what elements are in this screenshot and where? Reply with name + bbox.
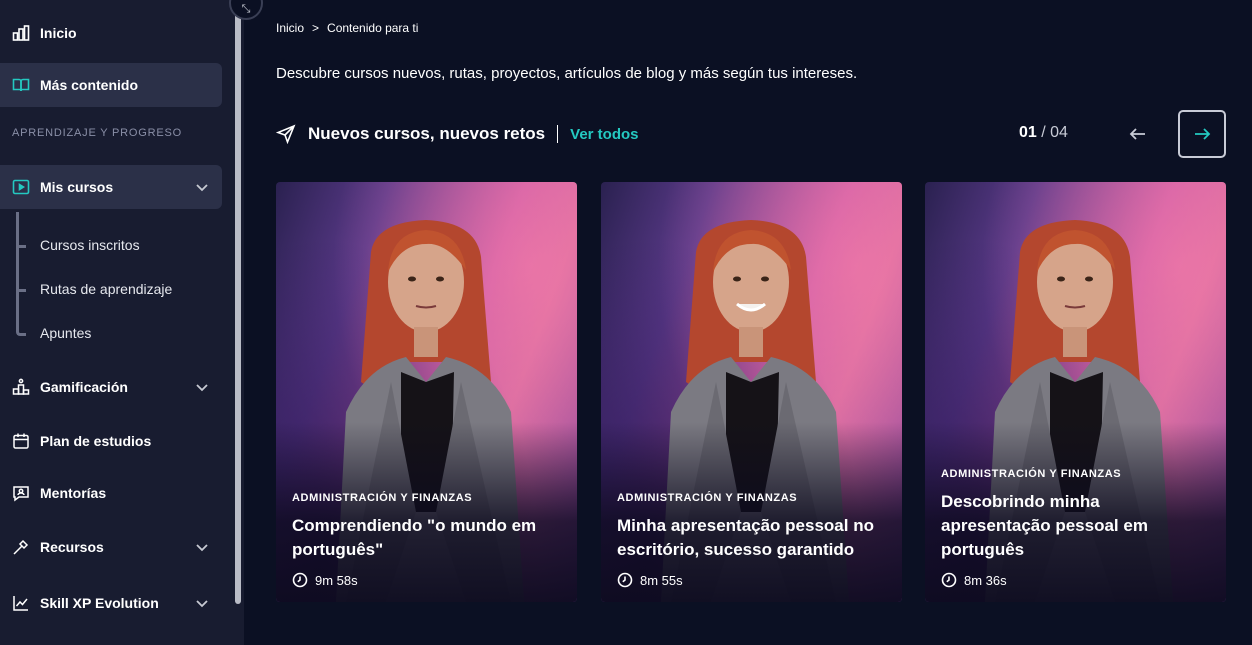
collapse-arrows-icon: ⤡ [241, 2, 251, 15]
arrow-left-icon [1129, 128, 1145, 140]
card-meta: ADMINISTRACIÓN Y FINANZAS Comprendiendo … [292, 492, 563, 588]
course-card[interactable]: ADMINISTRACIÓN Y FINANZAS Descobrindo mi… [925, 182, 1226, 602]
breadcrumb-current: Contenido para ti [327, 21, 419, 35]
card-duration-text: 9m 58s [315, 572, 358, 588]
open-book-icon [12, 76, 30, 94]
ver-todos-link[interactable]: Ver todos [570, 126, 638, 143]
card-meta: ADMINISTRACIÓN Y FINANZAS Descobrindo mi… [941, 468, 1212, 588]
carousel-pager: 01 / 04 [1019, 124, 1068, 142]
sidebar-scrollbar[interactable] [235, 0, 241, 604]
send-icon [276, 124, 296, 144]
section-title: Nuevos cursos, nuevos retos [308, 124, 546, 143]
sidebar-item-inicio[interactable]: Inicio [0, 11, 222, 55]
sidebar-item-label: Mis cursos [40, 179, 114, 195]
sidebar-item-label: Gamificación [40, 379, 128, 395]
pager-total: 04 [1050, 124, 1068, 141]
chevron-down-icon[interactable] [194, 179, 210, 195]
page-intro-text: Descubre cursos nuevos, rutas, proyectos… [276, 65, 858, 82]
sidebar-item-label: Recursos [40, 539, 104, 555]
card-duration: 8m 55s [617, 572, 888, 588]
submenu-tick [18, 245, 26, 248]
submenu-tick [18, 289, 26, 292]
trend-chart-icon [12, 594, 30, 612]
card-meta: ADMINISTRACIÓN Y FINANZAS Minha apresent… [617, 492, 888, 588]
sidebar-section-label: APRENDIZAJE Y PROGRESO [12, 127, 183, 139]
arrow-right-icon [1195, 128, 1211, 140]
pager-separator: / [1036, 124, 1051, 141]
sidebar-item-label: Inicio [40, 25, 77, 41]
breadcrumb-separator: > [312, 21, 320, 35]
card-category: ADMINISTRACIÓN Y FINANZAS [941, 468, 1122, 480]
chat-person-icon [12, 484, 30, 502]
clock-icon [617, 572, 633, 588]
card-duration: 9m 58s [292, 572, 563, 588]
sidebar-item-label: Skill XP Evolution [40, 595, 159, 611]
sidebar-item-mas-contenido[interactable]: Más contenido [0, 63, 222, 107]
sidebar-item-skill-xp[interactable]: Skill XP Evolution [0, 581, 222, 625]
sidebar-item-recursos[interactable]: Recursos [0, 525, 222, 569]
card-category: ADMINISTRACIÓN Y FINANZAS [617, 492, 798, 504]
chevron-down-icon[interactable] [194, 379, 210, 395]
calendar-icon [12, 432, 30, 450]
sidebar-item-mentorias[interactable]: Mentorías [0, 471, 222, 515]
sidebar-item-label: Plan de estudios [40, 433, 152, 449]
card-duration-text: 8m 55s [640, 572, 683, 588]
sidebar-item-mis-cursos[interactable]: Mis cursos [0, 165, 222, 209]
card-title[interactable]: Minha apresentação pessoal no escritório… [617, 514, 888, 562]
sidebar-subitem-rutas[interactable]: Rutas de aprendizaje [40, 281, 172, 297]
submenu-tree-line [16, 212, 26, 336]
breadcrumb: Inicio > Contenido para ti [276, 21, 418, 35]
tools-icon [12, 538, 30, 556]
sidebar-item-gamificacion[interactable]: Gamificación [0, 365, 222, 409]
course-card[interactable]: ADMINISTRACIÓN Y FINANZAS Minha apresent… [601, 182, 902, 602]
sidebar: Inicio Más contenido APRENDIZAJE Y PROGR… [0, 0, 244, 645]
sidebar-item-label: Más contenido [40, 77, 139, 93]
section-divider [557, 125, 559, 143]
chevron-down-icon[interactable] [194, 539, 210, 555]
pager-current: 01 [1019, 124, 1037, 141]
section-header: Nuevos cursos, nuevos retos Ver todos [276, 122, 639, 146]
card-duration: 8m 36s [941, 572, 1212, 588]
sidebar-subitem-apuntes[interactable]: Apuntes [40, 325, 91, 341]
carousel-prev-button[interactable] [1124, 120, 1152, 148]
sidebar-subitem-cursos-inscritos[interactable]: Cursos inscritos [40, 237, 140, 253]
bar-chart-icon [12, 24, 30, 42]
card-title[interactable]: Descobrindo minha apresentação pessoal e… [941, 490, 1212, 562]
card-category: ADMINISTRACIÓN Y FINANZAS [292, 492, 473, 504]
play-square-icon [12, 178, 30, 196]
breadcrumb-home-link[interactable]: Inicio [276, 21, 304, 35]
chevron-down-icon[interactable] [194, 595, 210, 611]
clock-icon [292, 572, 308, 588]
card-title[interactable]: Comprendiendo "o mundo em português" [292, 514, 563, 562]
sidebar-item-label: Mentorías [40, 485, 107, 501]
podium-icon [12, 378, 30, 396]
course-card[interactable]: ADMINISTRACIÓN Y FINANZAS Comprendiendo … [276, 182, 577, 602]
clock-icon [941, 572, 957, 588]
sidebar-item-plan-de-estudios[interactable]: Plan de estudios [0, 419, 222, 463]
card-duration-text: 8m 36s [964, 572, 1007, 588]
carousel-next-button[interactable] [1178, 110, 1226, 158]
